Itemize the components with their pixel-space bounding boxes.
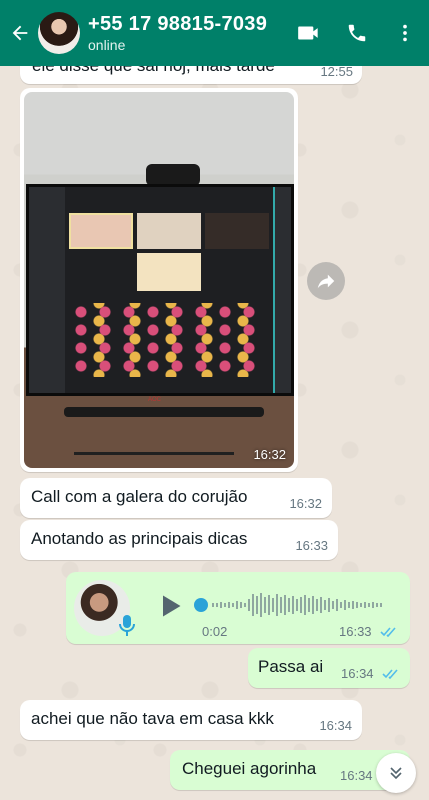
message-bubble-outgoing[interactable]: Cheguei agorinha 16:34 — [170, 750, 410, 790]
forward-arrow-icon — [317, 274, 335, 289]
scroll-to-bottom-button[interactable] — [376, 753, 416, 793]
message-text: Anotando as principais dicas — [31, 529, 248, 548]
monitor-stand — [64, 407, 264, 417]
message-time: 16:34 — [341, 666, 374, 681]
voice-waveform[interactable] — [194, 590, 394, 620]
more-options-button[interactable] — [381, 0, 429, 66]
video-call-icon — [298, 26, 318, 40]
voice-message-bubble[interactable]: 0:02 16:33 — [66, 572, 410, 644]
message-time: 16:33 — [339, 624, 372, 639]
read-ticks-icon — [380, 627, 396, 638]
contact-status: online — [88, 37, 126, 53]
contact-avatar[interactable] — [38, 12, 80, 54]
play-icon — [163, 595, 181, 617]
message-time: 16:33 — [295, 538, 328, 553]
contact-info[interactable]: +55 17 98815-7039 online — [88, 12, 285, 54]
chevron-down-double-icon — [390, 767, 402, 780]
video-call-button[interactable] — [285, 0, 333, 66]
message-time: 12:55 — [320, 64, 353, 79]
microphone-icon — [119, 615, 135, 636]
monitor-brand-label: AOC — [148, 397, 162, 403]
back-button[interactable] — [4, 0, 36, 66]
message-image-bubble[interactable]: AOC 16:32 — [20, 88, 298, 472]
message-time: 16:34 — [340, 768, 373, 783]
message-time: 16:34 — [319, 718, 352, 733]
voice-duration: 0:02 — [202, 624, 228, 639]
message-bubble-incoming[interactable]: Anotando as principais dicas 16:33 — [20, 520, 338, 560]
play-button[interactable] — [156, 592, 184, 620]
forward-button[interactable] — [307, 262, 345, 300]
message-text: Passa ai — [258, 657, 324, 676]
back-arrow-icon — [12, 25, 28, 41]
message-bubble-outgoing[interactable]: Passa ai 16:34 — [248, 648, 410, 688]
shared-photo[interactable]: AOC 16:32 — [24, 92, 294, 468]
monitor-screen — [26, 184, 294, 396]
webcam-shape — [146, 164, 200, 186]
phone-call-icon — [348, 24, 366, 42]
message-time: 16:32 — [289, 496, 322, 511]
message-bubble-incoming[interactable]: achei que não tava em casa kkk 16:34 — [20, 700, 362, 740]
voice-call-button[interactable] — [333, 0, 381, 66]
contact-name: +55 17 98815-7039 — [88, 13, 268, 35]
message-text: Cheguei agorinha — [182, 759, 317, 778]
message-text: achei que não tava em casa kkk — [31, 709, 274, 728]
more-options-icon — [403, 24, 407, 42]
message-bubble-incoming[interactable]: Call com a galera do corujão 16:32 — [20, 478, 332, 518]
read-ticks-icon — [382, 669, 398, 680]
message-text: Call com a galera do corujão — [31, 487, 248, 506]
image-time: 16:32 — [253, 447, 286, 462]
chat-header: +55 17 98815-7039 online — [0, 0, 429, 66]
message-meta: 16:34 — [341, 665, 400, 683]
message-meta: 16:33 — [339, 623, 398, 641]
